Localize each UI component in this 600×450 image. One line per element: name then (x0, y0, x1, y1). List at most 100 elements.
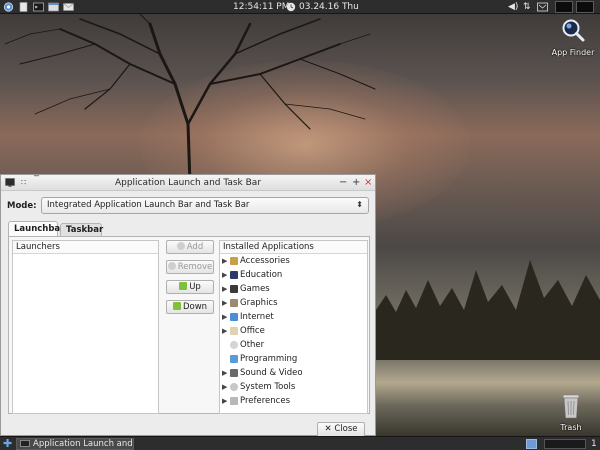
graphics-icon (230, 299, 238, 307)
move-up-button-label: Up (189, 282, 201, 292)
move-down-button[interactable]: Down (166, 300, 214, 314)
move-up-button[interactable]: Up (166, 280, 214, 294)
category-label: System Tools (240, 382, 296, 392)
launchers-list-header: Launchers (13, 241, 158, 254)
wallpaper-tree (4, 14, 376, 184)
expand-arrow-icon[interactable]: ▶ (222, 324, 227, 338)
category-row[interactable]: ▶ Office (220, 324, 367, 338)
games-icon (230, 285, 238, 293)
add-button[interactable]: Add (166, 240, 214, 254)
expand-arrow-icon[interactable]: ▶ (222, 282, 227, 296)
close-button[interactable]: ✕ Close (317, 422, 365, 437)
tab-taskbar[interactable]: Taskbar (60, 223, 103, 237)
category-row[interactable]: ▶ System Tools (220, 380, 367, 394)
mode-label: Mode: (7, 201, 37, 211)
internet-icon (230, 313, 238, 321)
top-panel: 12:54:11 PM 03.24.16 Thu ◀) ⇅ (0, 0, 600, 14)
expand-arrow-icon[interactable]: ▶ (222, 394, 227, 408)
add-launcher-icon[interactable]: ✚ (3, 437, 12, 450)
bottom-panel: ✚ Application Launch and T... 1 (0, 436, 600, 450)
down-arrow-icon (172, 302, 181, 310)
trash-icon (562, 394, 580, 419)
window-title: Application Launch and Task Bar (114, 178, 262, 188)
workspace-switcher[interactable] (555, 1, 573, 13)
category-row[interactable]: ▶ Sound & Video (220, 366, 367, 380)
trash-desktop-icon[interactable]: Trash (546, 392, 596, 432)
date[interactable]: 03.24.16 Thu (299, 1, 359, 13)
category-label: Accessories (240, 256, 290, 266)
category-row[interactable]: ▶ Graphics (220, 296, 367, 310)
system-tools-icon (230, 383, 238, 391)
wallpaper-far-trees (376, 260, 600, 360)
installed-applications-header: Installed Applications (220, 241, 367, 254)
close-window-button[interactable]: × (364, 178, 372, 188)
accessories-icon (230, 257, 238, 265)
category-label: Games (240, 284, 270, 294)
mode-select-value: Integrated Application Launch Bar and Ta… (47, 200, 250, 210)
category-row[interactable]: ▶ Games (220, 282, 367, 296)
category-row[interactable]: Programming (220, 352, 367, 366)
taskbar-window-icon (20, 440, 30, 449)
tab-launchbar[interactable]: Launchbar (8, 221, 64, 237)
up-arrow-icon (179, 282, 188, 290)
taskbar-window-button[interactable]: Application Launch and T... (16, 438, 134, 450)
terminal-icon[interactable] (33, 2, 44, 12)
menu-icon[interactable] (3, 2, 14, 12)
clock-icon (286, 2, 297, 12)
programming-icon (230, 355, 238, 363)
category-label: Education (240, 270, 283, 280)
category-row[interactable]: ▶ Education (220, 268, 367, 282)
category-row[interactable]: Other (220, 338, 367, 352)
expand-arrow-icon[interactable]: ▶ (222, 296, 227, 310)
remove-button-label: Remove (177, 262, 213, 272)
notification-icon[interactable] (537, 2, 548, 12)
app-finder-label: App Finder (551, 48, 595, 57)
remove-icon (167, 262, 176, 270)
taskbar-window-label: Application Launch and T... (33, 439, 133, 449)
other-icon (230, 341, 238, 349)
category-label: Preferences (240, 396, 290, 406)
maximize-button[interactable]: + (352, 178, 360, 188)
expand-arrow-icon[interactable]: ▶ (222, 380, 227, 394)
category-row[interactable]: ▶ Preferences (220, 394, 367, 408)
preferences-icon (230, 397, 238, 405)
files-icon[interactable] (18, 2, 29, 12)
sound-video-icon (230, 369, 238, 377)
category-row[interactable]: ▶ Accessories (220, 254, 367, 268)
launchers-list[interactable]: Launchers (12, 240, 159, 414)
expand-arrow-icon[interactable]: ▶ (222, 268, 227, 282)
add-icon (176, 242, 185, 250)
app-finder-icon (562, 19, 585, 42)
category-label: Internet (240, 312, 274, 322)
workspace-switcher-2[interactable] (576, 1, 594, 13)
clock[interactable]: 12:54:11 PM (233, 1, 289, 13)
app-finder-desktop-icon[interactable]: App Finder (548, 17, 598, 57)
category-label: Sound & Video (240, 368, 303, 378)
show-desktop-icon[interactable] (526, 439, 537, 449)
mail-icon[interactable] (63, 2, 74, 12)
expand-arrow-icon[interactable]: ▶ (222, 310, 227, 324)
window-titlebar[interactable]: ∷ ‾ Application Launch and Task Bar − + … (1, 175, 375, 191)
expand-arrow-icon[interactable]: ▶ (222, 254, 227, 268)
trash-label: Trash (560, 423, 582, 432)
category-label: Graphics (240, 298, 278, 308)
launcher-buttons: Add Remove Up Down (166, 240, 214, 320)
remove-button[interactable]: Remove (166, 260, 214, 274)
workspace-indicator[interactable] (544, 439, 586, 449)
expand-arrow-icon[interactable]: ▶ (222, 366, 227, 380)
volume-icon[interactable]: ◀) (508, 2, 518, 12)
office-icon (230, 327, 238, 335)
workspace-number[interactable]: 1 (591, 438, 597, 450)
category-label: Programming (240, 354, 298, 364)
launchbar-settings-window: ∷ ‾ Application Launch and Task Bar − + … (0, 174, 376, 437)
category-label: Other (240, 340, 265, 350)
move-down-button-label: Down (182, 302, 208, 312)
mode-select[interactable]: Integrated Application Launch Bar and Ta… (41, 197, 369, 214)
network-icon[interactable]: ⇅ (523, 2, 531, 12)
add-button-label: Add (186, 242, 204, 252)
browser-icon[interactable] (48, 2, 59, 12)
minimize-button[interactable]: − (339, 178, 347, 188)
category-row[interactable]: ▶ Internet (220, 310, 367, 324)
close-icon: ✕ (324, 424, 335, 434)
installed-applications-list[interactable]: Installed Applications ▶ Accessories ▶ E… (219, 240, 368, 414)
